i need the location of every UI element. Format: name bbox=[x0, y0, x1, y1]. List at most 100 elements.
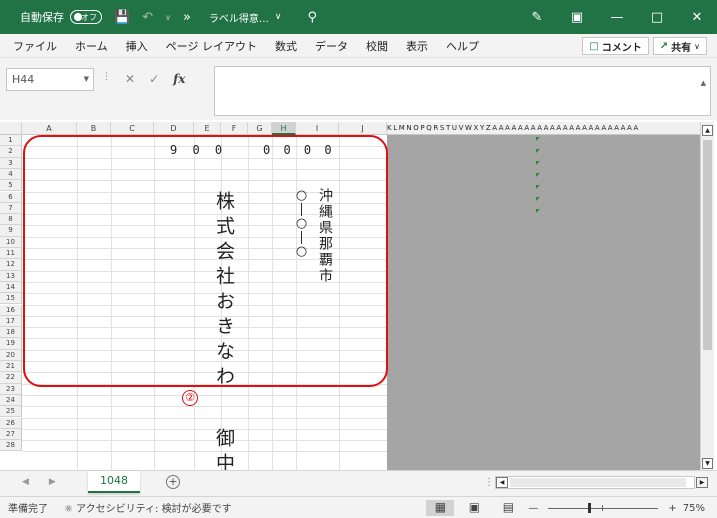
tab-formulas[interactable]: 数式 bbox=[266, 38, 306, 54]
column-header-h[interactable]: H bbox=[272, 122, 296, 135]
name-box[interactable]: H44 ▼ bbox=[6, 68, 94, 91]
horizontal-scrollbar[interactable]: ◀ ▶ bbox=[495, 476, 708, 489]
column-header-b[interactable]: B bbox=[77, 122, 111, 135]
page-layout-view-icon[interactable]: ▣ bbox=[460, 500, 488, 516]
row-header[interactable]: 5 bbox=[0, 180, 22, 192]
sheet-next-icon[interactable]: ▶ bbox=[49, 477, 56, 487]
sheet-tab-active[interactable]: 1048 bbox=[88, 471, 140, 493]
more-commands-icon[interactable]: » bbox=[183, 10, 191, 25]
add-sheet-icon[interactable]: + bbox=[166, 475, 180, 489]
row-header[interactable]: 8 bbox=[0, 214, 22, 226]
undo-icon[interactable]: ↶ bbox=[142, 10, 153, 25]
comment-button[interactable]: □ コメント bbox=[582, 37, 649, 55]
row-header[interactable]: 13 bbox=[0, 270, 22, 282]
row-header[interactable]: 15 bbox=[0, 293, 22, 305]
error-indicator-icon bbox=[536, 149, 540, 153]
row-header[interactable]: 1 bbox=[0, 135, 22, 147]
tab-help[interactable]: ヘルプ bbox=[437, 38, 488, 54]
zoom-slider[interactable] bbox=[548, 502, 659, 513]
minimize-icon[interactable]: — bbox=[597, 10, 637, 25]
search-icon[interactable]: ⚲ bbox=[308, 10, 318, 25]
row-header[interactable]: 22 bbox=[0, 372, 22, 384]
maximize-icon[interactable]: □ bbox=[637, 10, 677, 25]
accessibility-status[interactable]: ⚛ アクセシビリティ: 検討が必要です bbox=[64, 500, 232, 515]
column-header-i[interactable]: I bbox=[296, 122, 339, 135]
error-indicator-icon bbox=[536, 185, 540, 189]
row-header[interactable]: 9 bbox=[0, 225, 22, 237]
row-header[interactable]: 17 bbox=[0, 315, 22, 328]
column-header-f[interactable]: F bbox=[221, 122, 248, 135]
insert-function-button[interactable]: fx bbox=[173, 72, 185, 86]
hidden-columns-header[interactable]: K L M N O P Q R S T U V W X Y Z A A A A … bbox=[387, 122, 700, 135]
zoom-in-icon[interactable]: + bbox=[668, 503, 676, 514]
column-header-j[interactable]: J bbox=[339, 122, 387, 135]
row-header[interactable]: 26 bbox=[0, 417, 22, 429]
scroll-up-icon[interactable]: ▲ bbox=[702, 125, 713, 136]
row-header[interactable]: 4 bbox=[0, 168, 22, 181]
share-button[interactable]: ↗ 共有 ∨ bbox=[652, 37, 707, 55]
grid-line bbox=[22, 417, 387, 419]
tab-file[interactable]: ファイル bbox=[4, 38, 66, 54]
row-header[interactable]: 12 bbox=[0, 259, 22, 271]
chevron-up-icon[interactable]: ▲ bbox=[701, 79, 706, 87]
cancel-icon[interactable]: ✕ bbox=[125, 72, 135, 86]
save-icon[interactable]: 💾 bbox=[114, 10, 130, 25]
close-icon[interactable]: ✕ bbox=[677, 10, 717, 25]
column-header-g[interactable]: G bbox=[248, 122, 272, 135]
scroll-thumb[interactable] bbox=[510, 478, 686, 487]
error-indicator-icon bbox=[536, 137, 540, 141]
row-header[interactable]: 28 bbox=[0, 440, 22, 452]
row-header[interactable]: 10 bbox=[0, 236, 22, 248]
tab-data[interactable]: データ bbox=[306, 38, 357, 54]
row-header[interactable]: 11 bbox=[0, 248, 22, 260]
vertical-scrollbar[interactable]: ▲ ▼ bbox=[700, 122, 714, 470]
tab-insert[interactable]: 挿入 bbox=[117, 38, 157, 54]
normal-view-icon[interactable]: ▦ bbox=[426, 500, 455, 516]
row-header[interactable]: 23 bbox=[0, 383, 22, 395]
file-name-dropdown[interactable]: ラベル得意… ∨ bbox=[209, 10, 282, 25]
enter-icon[interactable]: ✓ bbox=[149, 72, 159, 86]
formula-input[interactable]: ▲ bbox=[214, 66, 711, 116]
row-header[interactable]: 20 bbox=[0, 349, 22, 361]
pen-icon[interactable]: ✎ bbox=[517, 10, 557, 25]
row-header[interactable]: 7 bbox=[0, 202, 22, 215]
scroll-down-icon[interactable]: ▼ bbox=[702, 458, 713, 469]
scroll-right-icon[interactable]: ▶ bbox=[696, 477, 708, 488]
accessibility-text: アクセシビリティ: 検討が必要です bbox=[76, 504, 232, 515]
tab-page-layout[interactable]: ページ レイアウト bbox=[157, 38, 266, 54]
select-all-corner[interactable] bbox=[0, 122, 22, 135]
accessibility-icon: ⚛ bbox=[64, 504, 73, 515]
row-header[interactable]: 2 bbox=[0, 146, 22, 158]
row-header[interactable]: 14 bbox=[0, 281, 22, 294]
row-header[interactable]: 6 bbox=[0, 191, 22, 203]
row-header[interactable]: 27 bbox=[0, 428, 22, 441]
name-box-value: H44 bbox=[12, 73, 35, 86]
tab-home[interactable]: ホーム bbox=[66, 38, 117, 54]
undo-dropdown-icon[interactable]: ∨ bbox=[165, 13, 171, 22]
row-header[interactable]: 25 bbox=[0, 406, 22, 418]
row-header[interactable]: 16 bbox=[0, 304, 22, 316]
column-header-d[interactable]: D bbox=[154, 122, 194, 135]
autosave-toggle[interactable]: オフ bbox=[70, 10, 102, 24]
chevron-down-icon[interactable]: ▼ bbox=[84, 69, 89, 90]
zoom-slider-knob[interactable] bbox=[588, 502, 592, 513]
row-header[interactable]: 19 bbox=[0, 338, 22, 350]
zoom-out-icon[interactable]: — bbox=[528, 503, 538, 514]
scroll-thumb[interactable] bbox=[703, 140, 712, 350]
sheet-prev-icon[interactable]: ◀ bbox=[22, 477, 29, 487]
more-icon[interactable]: ⋮ bbox=[484, 477, 494, 488]
tab-review[interactable]: 校閲 bbox=[357, 38, 397, 54]
column-header-e[interactable]: E bbox=[194, 122, 221, 135]
scroll-left-icon[interactable]: ◀ bbox=[496, 477, 508, 488]
zoom-level[interactable]: 75% bbox=[683, 503, 705, 514]
row-header[interactable]: 21 bbox=[0, 361, 22, 373]
row-header[interactable]: 3 bbox=[0, 157, 22, 169]
ribbon-display-icon[interactable]: ▣ bbox=[557, 10, 597, 25]
page-break-view-icon[interactable]: ▤ bbox=[494, 500, 522, 516]
column-header-a[interactable]: A bbox=[22, 122, 77, 135]
annotation-marker: ② bbox=[182, 390, 198, 406]
row-header[interactable]: 24 bbox=[0, 394, 22, 407]
column-header-c[interactable]: C bbox=[111, 122, 154, 135]
row-header[interactable]: 18 bbox=[0, 327, 22, 339]
tab-view[interactable]: 表示 bbox=[397, 38, 437, 54]
